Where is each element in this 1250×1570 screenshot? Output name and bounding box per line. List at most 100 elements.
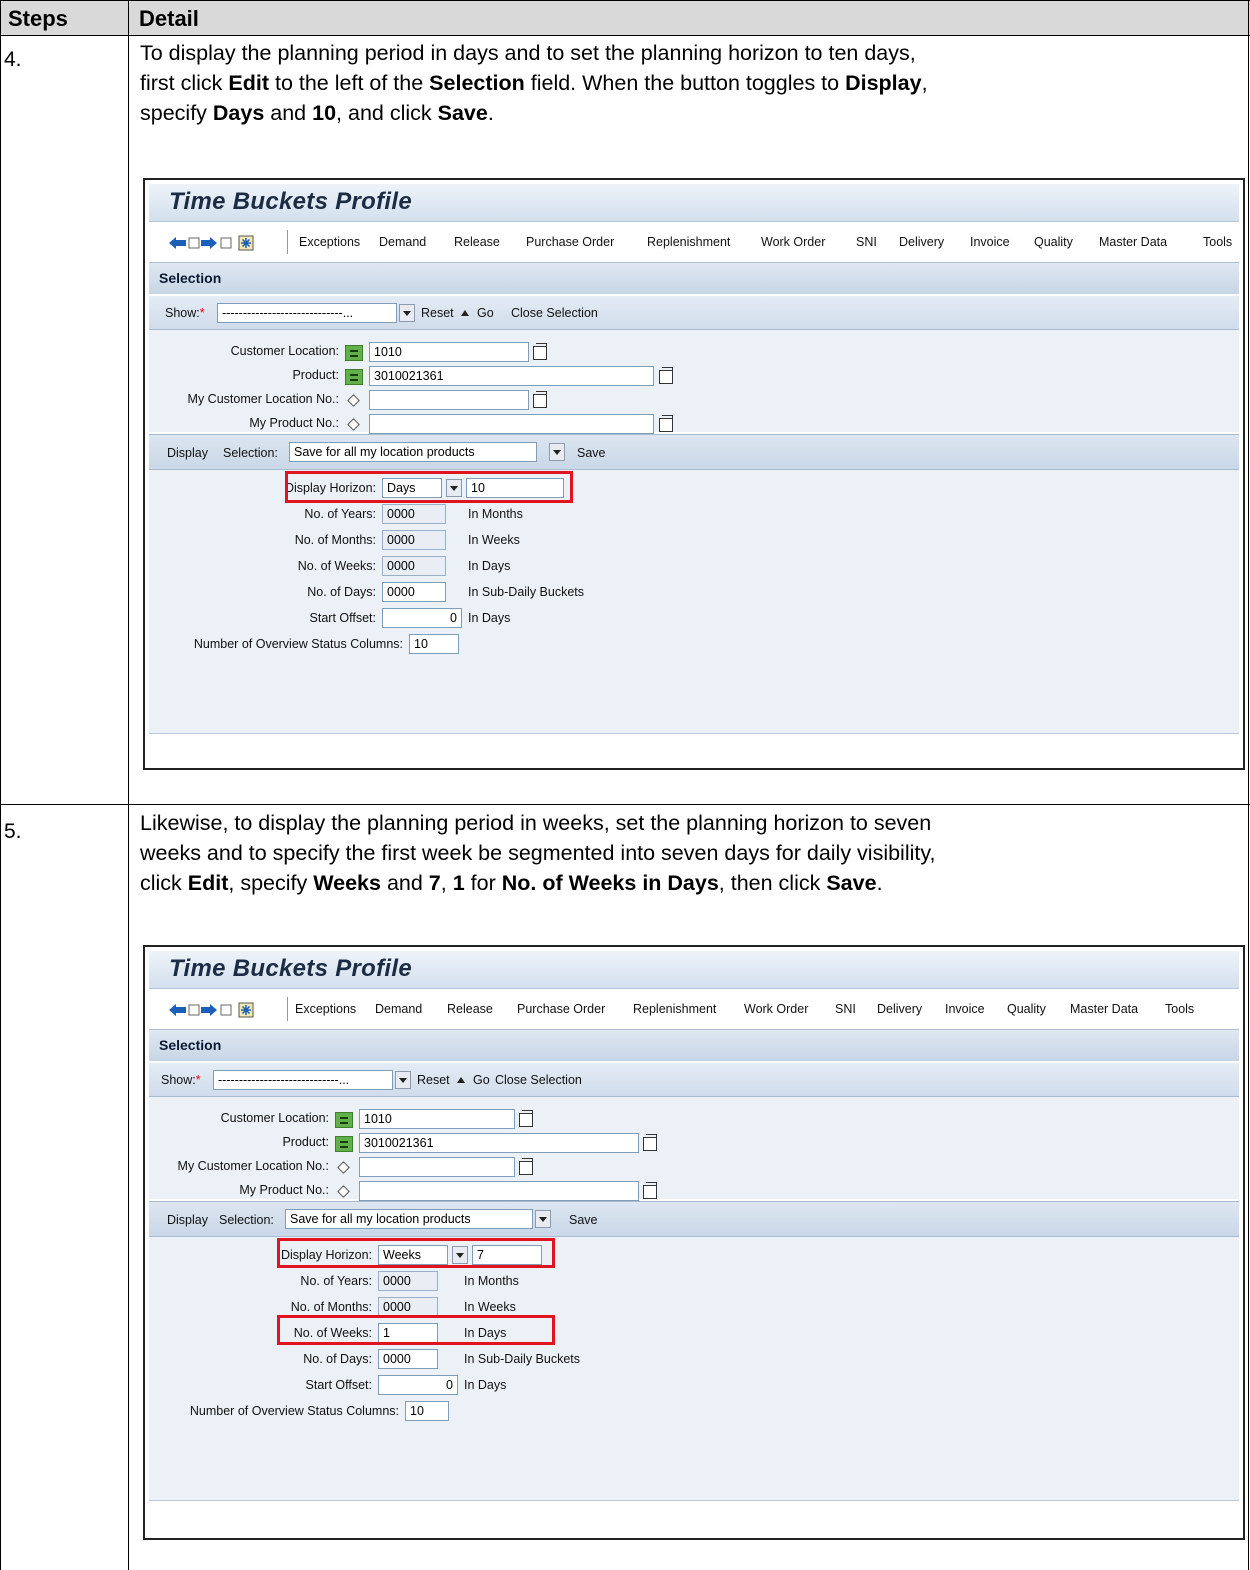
diamond-icon[interactable] <box>347 418 360 431</box>
product-field[interactable]: 3010021361 <box>359 1133 639 1153</box>
months-field[interactable]: 0000 <box>382 530 446 550</box>
chevron-down-icon[interactable] <box>395 1071 411 1089</box>
menu-tools[interactable]: Tools <box>1203 235 1232 249</box>
save-button[interactable]: Save <box>577 446 606 460</box>
menu-release[interactable]: Release <box>454 235 500 249</box>
value-help-icon[interactable] <box>643 1134 657 1151</box>
menu-purchase-order[interactable]: Purchase Order <box>517 1002 605 1016</box>
days-field[interactable]: 0000 <box>382 582 446 602</box>
value-help-icon[interactable] <box>659 415 673 432</box>
days-unit: In Sub-Daily Buckets <box>468 585 585 599</box>
value-help-icon[interactable] <box>519 1110 533 1127</box>
reset-button[interactable]: Reset <box>421 306 454 320</box>
my-product-field[interactable] <box>359 1181 639 1201</box>
value-help-icon[interactable] <box>533 343 547 360</box>
selection-dropdown[interactable]: Save for all my location products <box>285 1209 533 1229</box>
menu-replenishment[interactable]: Replenishment <box>647 235 730 249</box>
menu-sni[interactable]: SNI <box>835 1002 856 1016</box>
value-help-icon[interactable] <box>533 391 547 408</box>
screen-title: Time Buckets Profile <box>169 188 412 215</box>
menu-purchase-order[interactable]: Purchase Order <box>526 235 614 249</box>
go-button[interactable]: Go <box>477 306 494 320</box>
menu-invoice[interactable]: Invoice <box>970 235 1010 249</box>
menu-tools[interactable]: Tools <box>1165 1002 1194 1016</box>
screen-title: Time Buckets Profile <box>169 955 412 982</box>
table-border-left <box>0 0 1 1570</box>
menu-work-order[interactable]: Work Order <box>744 1002 808 1016</box>
days-field[interactable]: 0000 <box>378 1349 438 1369</box>
overview-columns-field[interactable]: 10 <box>409 634 459 654</box>
show-select[interactable]: -----------------------------... <box>213 1070 393 1090</box>
chevron-down-icon[interactable] <box>399 304 415 322</box>
menu-invoice[interactable]: Invoice <box>945 1002 985 1016</box>
menu-exceptions[interactable]: Exceptions <box>299 235 360 249</box>
equals-icon[interactable] <box>335 1112 353 1128</box>
my-customer-location-field[interactable] <box>369 390 529 410</box>
diamond-icon[interactable] <box>347 394 360 407</box>
my-customer-location-label: My Customer Location No.: <box>187 392 339 406</box>
years-field[interactable]: 0000 <box>378 1271 438 1291</box>
my-customer-location-field[interactable] <box>359 1157 515 1177</box>
close-selection-button[interactable]: Close Selection <box>495 1073 582 1087</box>
my-product-field[interactable] <box>369 414 654 434</box>
menu-demand[interactable]: Demand <box>375 1002 422 1016</box>
menu-replenishment[interactable]: Replenishment <box>633 1002 716 1016</box>
chevron-down-icon[interactable] <box>535 1210 551 1228</box>
start-offset-field[interactable]: 0 <box>378 1375 458 1395</box>
display-button[interactable]: Display <box>167 446 208 460</box>
show-select[interactable]: -----------------------------... <box>217 303 397 323</box>
menu-exceptions[interactable]: Exceptions <box>295 1002 356 1016</box>
value-help-icon[interactable] <box>519 1158 533 1175</box>
start-offset-unit: In Days <box>468 611 511 625</box>
table-border-top <box>0 0 1250 1</box>
menu-sni[interactable]: SNI <box>856 235 877 249</box>
menu-demand[interactable]: Demand <box>379 235 426 249</box>
menu-master-data[interactable]: Master Data <box>1099 235 1167 249</box>
customer-location-field[interactable]: 1010 <box>359 1109 515 1129</box>
years-label: No. of Years: <box>304 507 376 521</box>
save-selection-bar: Display Selection: Save for all my locat… <box>149 1201 1239 1237</box>
equals-icon[interactable] <box>335 1136 353 1152</box>
product-field[interactable]: 3010021361 <box>369 366 654 386</box>
chevron-down-icon[interactable] <box>549 443 565 461</box>
days-unit: In Sub-Daily Buckets <box>464 1352 581 1366</box>
diamond-icon[interactable] <box>337 1185 350 1198</box>
menu-release[interactable]: Release <box>447 1002 493 1016</box>
years-field[interactable]: 0000 <box>382 504 446 524</box>
months-unit: In Weeks <box>464 1300 516 1314</box>
menu-bar: Exceptions Demand Release Purchase Order… <box>149 991 1239 1027</box>
column-divider <box>128 0 129 1570</box>
customer-location-field[interactable]: 1010 <box>369 342 529 362</box>
years-unit: In Months <box>464 1274 519 1288</box>
menu-delivery[interactable]: Delivery <box>899 235 944 249</box>
overview-columns-field[interactable]: 10 <box>405 1401 449 1421</box>
weeks-field[interactable]: 0000 <box>382 556 446 576</box>
value-help-icon[interactable] <box>659 367 673 384</box>
horizon-panel: Display Horizon: Weeks 7 No. of Years: 0… <box>149 1237 1239 1501</box>
menu-master-data[interactable]: Master Data <box>1070 1002 1138 1016</box>
menu-quality[interactable]: Quality <box>1007 1002 1046 1016</box>
equals-icon[interactable] <box>345 369 363 385</box>
step-number: 4. <box>4 48 22 71</box>
display-button[interactable]: Display <box>167 1213 208 1227</box>
menu-work-order[interactable]: Work Order <box>761 235 825 249</box>
menu-quality[interactable]: Quality <box>1034 235 1073 249</box>
value-help-icon[interactable] <box>643 1182 657 1199</box>
navigation-arrows-icon[interactable] <box>167 235 277 251</box>
menu-delivery[interactable]: Delivery <box>877 1002 922 1016</box>
start-offset-field[interactable]: 0 <box>382 608 462 628</box>
months-unit: In Weeks <box>468 533 520 547</box>
go-button[interactable]: Go <box>473 1073 490 1087</box>
selection-dropdown[interactable]: Save for all my location products <box>289 442 537 462</box>
diamond-icon[interactable] <box>337 1161 350 1174</box>
instruction-line: click Edit, specify Weeks and 7, 1 for N… <box>140 871 883 895</box>
navigation-arrows-icon[interactable] <box>167 1002 277 1018</box>
months-field[interactable]: 0000 <box>378 1297 438 1317</box>
instruction-line: first click Edit to the left of the Sele… <box>140 71 928 95</box>
reset-button[interactable]: Reset <box>417 1073 450 1087</box>
save-button[interactable]: Save <box>569 1213 598 1227</box>
menu-separator <box>287 997 288 1021</box>
equals-icon[interactable] <box>345 345 363 361</box>
close-selection-button[interactable]: Close Selection <box>511 306 598 320</box>
months-label: No. of Months: <box>290 1300 372 1314</box>
